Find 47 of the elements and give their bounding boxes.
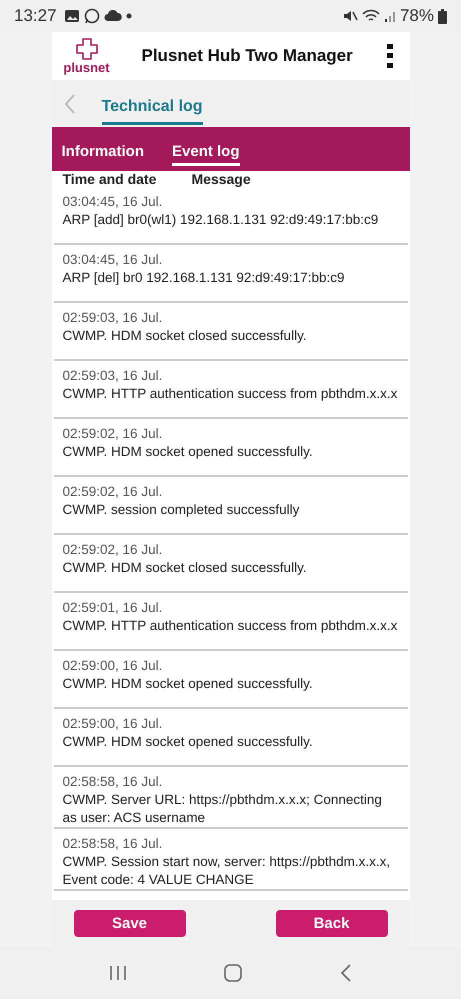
log-time: 02:59:02, 16 Jul. [62, 483, 164, 501]
signal-icon [384, 9, 396, 23]
menu-icon[interactable] [386, 43, 394, 69]
chat-bubble-icon [84, 8, 100, 24]
log-time: 02:58:58, 16 Jul. [62, 773, 164, 791]
logo-text: plusnet [63, 61, 110, 75]
log-message: CWMP. HDM socket opened successfully. [62, 443, 314, 461]
log-message: CWMP. HDM socket opened successfully. [62, 733, 314, 751]
log-time: 02:59:03, 16 Jul. [62, 367, 164, 385]
log-message: CWMP. HDM socket opened successfully. [62, 675, 314, 693]
home-icon[interactable] [224, 964, 242, 982]
battery-percentage: 78% [400, 6, 434, 26]
column-header: Time and date [62, 171, 158, 187]
app-title: Plusnet Hub Two Manager [142, 46, 354, 66]
image-icon [64, 9, 80, 23]
clock: 13:27 [14, 6, 57, 26]
column-header: Message [192, 171, 251, 187]
cloud-icon [104, 9, 122, 23]
log-time: 03:04:45, 16 Jul. [62, 251, 164, 269]
back-icon[interactable] [340, 964, 352, 982]
log-message: CWMP. HDM socket closed successfully. [62, 559, 308, 577]
dot-icon [126, 13, 132, 19]
log-message: CWMP. session completed successfully [62, 501, 300, 519]
log-message: CWMP. HDM socket closed successfully. [62, 327, 308, 345]
log-message: ARP [add] br0(wl1) 192.168.1.131 92:d9:49:17:bb:c9 [62, 211, 380, 229]
log-message: CWMP. HTTP authentication success from pbthdm.x.x.x [62, 385, 398, 403]
wifi-icon [362, 9, 380, 23]
log-message: CWMP. HTTP authentication success from pbthdm.x.x.x [62, 617, 398, 635]
recent-apps-icon[interactable] [108, 964, 127, 980]
log-message: CWMP. Session start now, server: https://pbthdm.x.x.x, Event code: 4 VALUE CHANGE [62, 853, 392, 889]
log-time: 02:59:02, 16 Jul. [62, 541, 164, 559]
log-time: 02:59:02, 16 Jul. [62, 425, 164, 443]
plus-logo-icon [74, 37, 100, 61]
mute-icon [342, 9, 358, 23]
battery-icon [438, 8, 447, 24]
log-time: 02:59:01, 16 Jul. [62, 599, 164, 617]
log-message: ARP [del] br0 192.168.1.131 92:d9:49:17:bb:c9 [62, 269, 346, 287]
log-time: 03:04:45, 16 Jul. [62, 193, 164, 211]
tab[interactable]: Event log [172, 136, 240, 166]
tab[interactable]: Information [62, 136, 144, 166]
log-time: 02:59:00, 16 Jul. [62, 715, 164, 733]
log-time: 02:58:58, 16 Jul. [62, 835, 164, 853]
action-button[interactable]: Save [74, 910, 186, 936]
log-time: 02:59:00, 16 Jul. [62, 657, 164, 675]
log-message: CWMP. Server URL: https://pbthdm.x.x.x; Connecting as user: ACS username [62, 791, 383, 827]
action-button[interactable]: Back [276, 910, 388, 936]
log-time: 02:59:03, 16 Jul. [62, 309, 164, 327]
